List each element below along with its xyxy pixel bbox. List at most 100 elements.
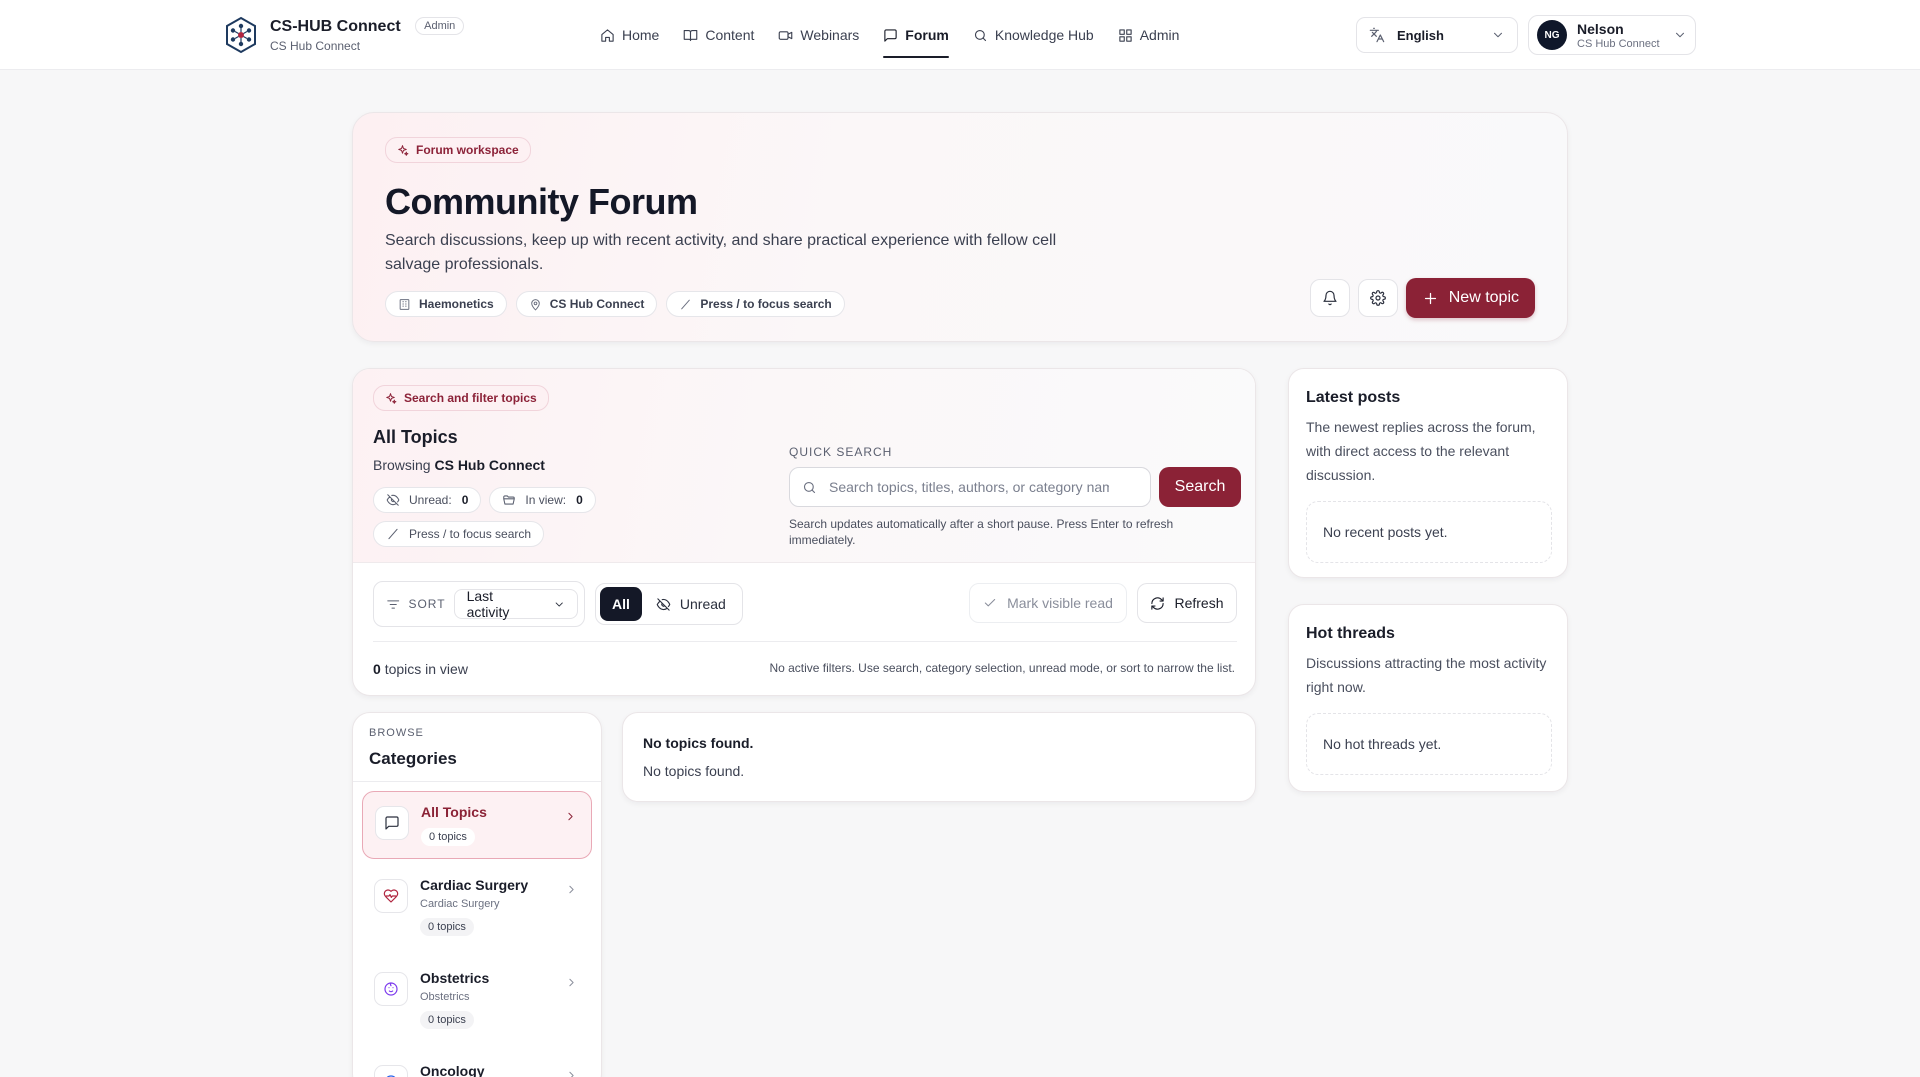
eye-off-icon (656, 597, 671, 611)
sort-select[interactable]: Last activity (453, 588, 578, 620)
search-help-text: Search updates automatically after a sho… (789, 517, 1174, 547)
forum-hero: Forum workspace Community Forum Search d… (352, 112, 1568, 342)
filter-all-button[interactable]: All (600, 587, 642, 621)
topics-section-title: All Topics (373, 427, 458, 447)
search-icon (803, 481, 816, 493)
gear-icon (1369, 290, 1386, 306)
new-topic-button[interactable]: New topic (1405, 278, 1535, 318)
quick-search-field[interactable] (789, 467, 1151, 507)
topic-count-suffix: topics in view (384, 661, 468, 677)
categories-panel: BROWSE Categories All Topics 0 topics Ca… (352, 712, 602, 1077)
hot-threads-card: Hot threads Discussions attracting the m… (1288, 604, 1568, 792)
unread-value: 0 (461, 493, 469, 507)
video-icon (779, 30, 793, 40)
user-menu[interactable]: NG Nelson CS Hub Connect (1528, 15, 1696, 55)
category-all-topics[interactable]: All Topics 0 topics (362, 791, 592, 859)
check-icon (984, 598, 996, 607)
nav-admin-label: Admin (1139, 27, 1180, 43)
search-filter-tag: Search and filter topics (373, 385, 549, 411)
sort-control: SORT Last activity (373, 581, 585, 627)
latest-posts-card: Latest posts The newest replies across t… (1288, 368, 1568, 578)
baby-icon (384, 982, 398, 996)
building-icon (399, 298, 410, 310)
map-pin-icon (530, 298, 540, 310)
latest-posts-empty: No recent posts yet. (1306, 501, 1552, 563)
category-obstetrics[interactable]: Obstetrics Obstetrics 0 topics (362, 958, 592, 1041)
settings-button[interactable] (1357, 279, 1398, 317)
forum-workspace-tag-label: Forum workspace (416, 143, 519, 157)
categories-kicker: BROWSE (369, 727, 424, 739)
category-oncology[interactable]: Oncology (362, 1051, 592, 1077)
new-topic-label: New topic (1448, 289, 1519, 306)
chip-haemonetics-label: Haemonetics (419, 297, 494, 311)
chevron-right-icon (568, 812, 573, 821)
topic-count-value: 0 (373, 661, 381, 677)
refresh-label: Refresh (1174, 595, 1224, 611)
category-icon (374, 972, 408, 1006)
avatar: NG (1537, 20, 1567, 50)
topic-stats: Unread: 0 In view: 0 (373, 487, 604, 513)
language-value: English (1397, 27, 1444, 43)
unread-stat: Unread: 0 (373, 487, 482, 513)
active-filters-note: No active filters. Use search, category … (769, 661, 1235, 675)
nav-content[interactable]: Content (683, 22, 754, 48)
chip-cs-hub-connect-label: CS Hub Connect (549, 297, 645, 311)
main-nav: Home Content Webinars Forum Knowledge Hu… (600, 22, 1203, 58)
nav-forum-label: Forum (905, 27, 949, 43)
chevron-right-icon (569, 885, 574, 894)
in-view-value: 0 (576, 493, 583, 507)
in-view-label: In view: (525, 493, 567, 507)
category-icon (374, 1065, 408, 1077)
filter-lines-icon (387, 599, 400, 609)
brand-name: CS-HUB Connect (270, 18, 401, 35)
focus-search-hint: Press / to focus search (373, 521, 545, 547)
search-filter-tag-label: Search and filter topics (404, 391, 537, 405)
categories-divider (353, 781, 601, 782)
slash-icon (681, 299, 691, 309)
categories-title: Categories (369, 749, 457, 768)
latest-posts-title: Latest posts (1306, 389, 1401, 406)
refresh-button[interactable]: Refresh (1137, 583, 1237, 623)
sort-label: SORT (408, 597, 446, 611)
page-title: Community Forum (385, 181, 698, 222)
topics-list: No topics found. No topics found. (622, 712, 1256, 802)
language-select[interactable]: English (1356, 17, 1518, 53)
nav-webinars[interactable]: Webinars (778, 22, 859, 48)
focus-search-hint-label: Press / to focus search (409, 527, 532, 541)
chip-cs-hub-connect: CS Hub Connect (515, 291, 658, 317)
eye-off-icon (386, 494, 400, 506)
user-name: Nelson (1577, 20, 1624, 37)
search-icon (974, 29, 986, 41)
category-name: Cardiac Surgery (420, 877, 529, 893)
sparkles-icon (386, 392, 397, 404)
category-name: Obstetrics (420, 970, 490, 986)
category-cardiac-surgery[interactable]: Cardiac Surgery Cardiac Surgery 0 topics (362, 865, 592, 948)
nav-knowledge-hub[interactable]: Knowledge Hub (973, 22, 1094, 48)
folder-open-icon (503, 495, 516, 505)
category-subtitle: Cardiac Surgery (420, 898, 500, 910)
nav-knowledge-hub-label: Knowledge Hub (994, 27, 1094, 43)
brand[interactable]: CS-HUB Connect Admin CS Hub Connect (224, 16, 465, 54)
nav-admin[interactable]: Admin (1118, 22, 1180, 48)
empty-state-title: No topics found. (643, 735, 754, 751)
search-input[interactable] (829, 479, 1109, 495)
empty-state-message: No topics found. (643, 763, 745, 779)
category-subtitle: Obstetrics (420, 991, 470, 1003)
grid-icon (1119, 28, 1132, 42)
chip-haemonetics: Haemonetics (385, 291, 507, 317)
notifications-button[interactable] (1309, 279, 1350, 317)
nav-content-label: Content (705, 27, 755, 43)
nav-forum[interactable]: Forum (883, 22, 949, 58)
nav-home[interactable]: Home (600, 22, 659, 48)
mark-visible-read-button[interactable]: Mark visible read (969, 583, 1127, 623)
brand-subtitle: CS Hub Connect (270, 39, 361, 53)
filter-unread-button[interactable]: Unread (642, 587, 738, 621)
nav-webinars-label: Webinars (800, 27, 860, 43)
chip-focus-search-hint: Press / to focus search (666, 291, 845, 317)
category-icon (375, 806, 409, 840)
search-button[interactable]: Search (1159, 467, 1241, 507)
hot-threads-empty: No hot threads yet. (1306, 713, 1552, 775)
category-icon (374, 879, 408, 913)
refresh-icon (1151, 596, 1165, 610)
top-navigation-bar: CS-HUB Connect Admin CS Hub Connect Home… (0, 0, 1920, 70)
